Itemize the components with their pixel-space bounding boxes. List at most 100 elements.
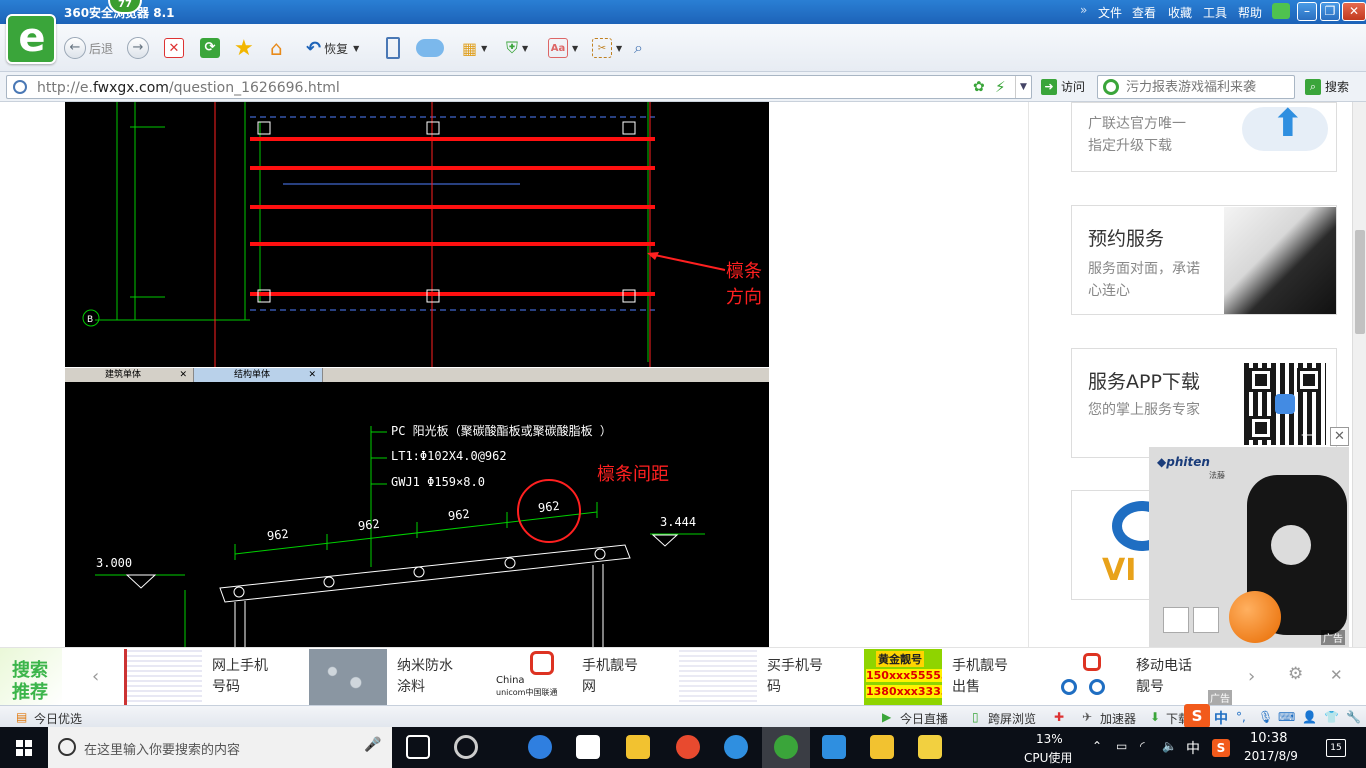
punct-icon[interactable]: °, (1236, 710, 1246, 724)
taskbar-app-plus[interactable] (810, 727, 858, 768)
browser-title-bar: 360安全浏览器 8.1 77 » 文件 查看 收藏 工具 帮助 – ❐ ✕ (0, 0, 1366, 24)
apps-button[interactable]: ▦ ▼ (462, 36, 487, 60)
close-icon[interactable]: ✕ (308, 368, 316, 382)
clock-time[interactable]: 10:38 (1250, 731, 1287, 746)
telecom-logo-icon (1089, 679, 1105, 695)
search-button[interactable]: ⌕ 搜索 (1305, 78, 1349, 95)
mic-icon[interactable]: 🎤 (364, 737, 381, 753)
taskbar-app-store[interactable] (564, 727, 612, 768)
taskbar-app-360se[interactable] (762, 727, 810, 768)
scrollbar-thumb[interactable] (1355, 230, 1365, 334)
ime-mode-label[interactable]: 中 (1214, 708, 1228, 728)
translate-button[interactable]: Aa ▼ (548, 36, 578, 60)
browser-logo[interactable]: e (6, 14, 56, 64)
floating-ad[interactable]: ◆phiten 法藤 广告 (1149, 447, 1349, 647)
screenshot-button[interactable]: ✂ ▼ (592, 36, 622, 60)
close-icon[interactable]: ✕ (179, 368, 187, 382)
sidebar-card-service[interactable]: 预约服务 服务面对面，承诺心连心 (1071, 205, 1337, 315)
go-label: 访问 (1061, 80, 1086, 94)
ad-brand-cn: 法藤 (1209, 471, 1225, 480)
home-button[interactable]: ⌂ (270, 36, 283, 60)
skin-icon[interactable]: 👕 (1324, 710, 1339, 724)
translate-icon: Aa (548, 38, 568, 58)
chevron-up-icon[interactable]: ⌃ (1092, 739, 1102, 753)
clock-date[interactable]: 2017/8/9 (1244, 749, 1298, 763)
recommend-thumb (1049, 649, 1127, 705)
wrench-icon[interactable]: 🔧 (1346, 710, 1361, 724)
mic-icon[interactable]: 🎙 (1258, 710, 1273, 724)
next-arrow-icon[interactable]: › (1248, 666, 1255, 687)
menu-view[interactable]: 查看 (1132, 4, 1156, 21)
tab-building-label: 建筑单体 (105, 370, 142, 380)
taskbar-app-360[interactable] (442, 727, 490, 768)
stop-button[interactable]: ✕ (164, 36, 184, 60)
taskbar-app-edge[interactable] (516, 727, 564, 768)
forward-button[interactable]: → (127, 36, 149, 60)
live-label[interactable]: 今日直播 (900, 710, 948, 727)
gear-icon[interactable]: ⚙ (1288, 664, 1303, 684)
accelerator-label[interactable]: 加速器 (1100, 710, 1136, 727)
chevron-right-icon[interactable]: » (1080, 3, 1087, 17)
taskbar-app-glodon2[interactable] (712, 727, 760, 768)
cpu-label: CPU使用 (1024, 751, 1073, 765)
tab-structure[interactable]: 结构单体 ✕ (194, 368, 323, 383)
address-bar[interactable]: http://e.fwxgx.com/question_1626696.html… (6, 75, 1032, 99)
menu-help[interactable]: 帮助 (1238, 4, 1262, 21)
ad-minimize-button[interactable]: — (1288, 427, 1328, 446)
menu-tools[interactable]: 工具 (1203, 4, 1227, 21)
tab-building[interactable]: 建筑单体 ✕ (65, 368, 194, 383)
search-box[interactable] (1097, 75, 1295, 99)
minimize-button[interactable]: – (1297, 2, 1317, 21)
taskbar-app-notes[interactable] (858, 727, 906, 768)
taskbar-app-glodon[interactable] (664, 727, 712, 768)
page-scrollbar[interactable] (1352, 102, 1366, 647)
restore-tabs-button[interactable]: ↶ 恢复 ▼ (306, 36, 359, 60)
sidebar-card-upgrade[interactable]: 广联达官方唯一 指定升级下载 ⬆ (1071, 102, 1337, 172)
compat-icon[interactable]: ✿ (973, 79, 985, 95)
speed-icon[interactable]: ⚡ (995, 78, 1006, 96)
taskbar-ime[interactable]: 中 (1186, 738, 1200, 758)
ad-close-button[interactable]: ✕ (1330, 427, 1349, 446)
telecom-logo-icon (1061, 679, 1077, 695)
prev-arrow-icon[interactable]: ‹ (92, 666, 99, 687)
sogou-ime-icon[interactable]: S (1184, 704, 1210, 728)
cloud-button[interactable] (416, 36, 444, 60)
svg-text:B: B (87, 315, 93, 325)
search-input[interactable] (1126, 78, 1291, 96)
address-dropdown-icon[interactable]: ▼ (1015, 76, 1031, 98)
taskbar-app-taskview[interactable] (394, 727, 442, 768)
spacing-label: 962 (266, 526, 290, 544)
security-button[interactable]: ⛨ ▼ (506, 36, 528, 60)
close-button[interactable]: ✕ (1342, 2, 1366, 21)
cross-screen-label[interactable]: 跨屏浏览 (988, 710, 1036, 727)
star-icon: ★ (234, 35, 254, 61)
daily-pick-label[interactable]: 今日优选 (34, 710, 82, 727)
sogou-tray-icon[interactable]: S (1212, 739, 1230, 757)
keyboard-icon[interactable]: ⌨ (1278, 710, 1295, 724)
zoom-button[interactable]: ⌕ (634, 36, 643, 60)
notification-center-icon[interactable]: 15 (1326, 739, 1346, 757)
user-icon[interactable]: 👤 (1302, 710, 1317, 724)
close-icon[interactable]: ✕ (1330, 666, 1343, 684)
refresh-button[interactable]: ⟳ (200, 36, 220, 60)
volume-icon[interactable]: 🔈 (1162, 739, 1177, 753)
taskbar-app-explorer[interactable] (614, 727, 662, 768)
go-button[interactable]: ➜ 访问 (1041, 78, 1085, 95)
start-button[interactable] (0, 727, 48, 768)
wifi-icon[interactable]: ◜ (1140, 739, 1145, 753)
phone-button[interactable] (386, 36, 400, 60)
favorite-button[interactable]: ★ (234, 35, 254, 61)
health-icon[interactable]: ✚ (1054, 710, 1064, 724)
back-button[interactable]: ← 后退 (64, 36, 113, 60)
skin-icon[interactable] (1272, 3, 1290, 19)
back-arrow-icon: ← (64, 37, 86, 59)
taskbar-search[interactable]: 在这里输入你要搜索的内容 🎤 (48, 727, 392, 768)
restore-button[interactable]: ❐ (1320, 2, 1340, 21)
menu-favorites[interactable]: 收藏 (1168, 4, 1192, 21)
taskbar-app-help[interactable] (906, 727, 954, 768)
network-icon[interactable]: ▭ (1116, 739, 1127, 753)
recommend-ad-tag: 广告 (1208, 690, 1232, 705)
stop-icon: ✕ (164, 38, 184, 58)
cad-plan-drawing: B (82, 102, 726, 367)
menu-file[interactable]: 文件 (1098, 4, 1122, 21)
